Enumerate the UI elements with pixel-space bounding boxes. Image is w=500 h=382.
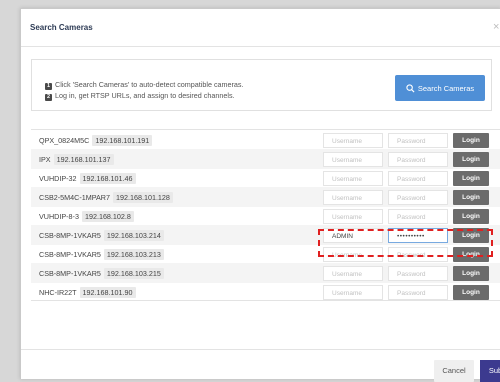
camera-ip: 192.168.101.90 xyxy=(79,287,136,298)
camera-name: CSB-8MP-1VKAR5 xyxy=(39,269,101,278)
password-input[interactable]: Password xyxy=(388,152,448,167)
password-input[interactable]: Password xyxy=(388,133,448,148)
password-input[interactable]: Password xyxy=(388,266,448,281)
username-input[interactable]: Username xyxy=(323,171,383,186)
dialog-header: Search Cameras × xyxy=(21,9,500,47)
camera-ip: 192.168.103.213 xyxy=(103,249,164,260)
submit-button[interactable]: Submit xyxy=(480,360,500,382)
camera-row: VUHDIP-32 192.168.101.46 Username Passwor… xyxy=(31,168,500,188)
login-button[interactable]: Login xyxy=(453,171,489,186)
close-icon[interactable]: × xyxy=(493,21,500,33)
login-button[interactable]: Login xyxy=(453,285,489,300)
camera-name: VUHDIP-32 xyxy=(39,174,77,183)
step-text-1: Click 'Search Cameras' to auto-detect co… xyxy=(55,80,244,89)
username-input[interactable]: Username xyxy=(323,285,383,300)
login-button[interactable]: Login xyxy=(453,266,489,281)
camera-ip: 192.168.101.46 xyxy=(79,173,136,184)
camera-row: VUHDIP-8-3 192.168.102.8 Username Passwor… xyxy=(31,206,500,226)
camera-name: NHC-IR22T xyxy=(39,288,77,297)
instruction-step-1: 1 Click 'Search Cameras' to auto-detect c… xyxy=(45,80,244,90)
camera-name: IPX xyxy=(39,155,51,164)
password-input[interactable]: Password xyxy=(388,209,448,224)
camera-ip: 192.168.103.214 xyxy=(103,230,164,241)
camera-row: CSB-8MP-1VKAR5 192.168.103.215 Username P… xyxy=(31,263,500,283)
camera-ip: 192.168.102.8 xyxy=(81,211,134,222)
camera-list: QPX_0824M5C 192.168.101.191 Username Pass… xyxy=(31,129,500,301)
login-button[interactable]: Login xyxy=(453,228,489,243)
camera-name: CSB-8MP-1VKAR5 xyxy=(39,231,101,240)
search-icon xyxy=(406,83,415,93)
camera-ip: 192.168.101.137 xyxy=(53,154,114,165)
camera-ip: 192.168.101.191 xyxy=(92,135,153,146)
login-button[interactable]: Login xyxy=(453,190,489,205)
password-input[interactable]: Password xyxy=(388,190,448,205)
login-button[interactable]: Login xyxy=(453,209,489,224)
step-number-2: 2 xyxy=(45,94,52,101)
search-cameras-label: Search Cameras xyxy=(417,83,475,93)
login-button[interactable]: Login xyxy=(453,152,489,167)
camera-name: QPX_0824M5C xyxy=(39,136,90,145)
username-input[interactable]: ADMIN xyxy=(323,228,383,243)
cancel-button[interactable]: Cancel xyxy=(434,360,474,382)
camera-row: NHC-IR22T 192.168.101.90 Username Passwor… xyxy=(31,282,500,300)
username-input[interactable]: Username xyxy=(323,266,383,281)
camera-name: CSB-8MP-1VKAR5 xyxy=(39,250,101,259)
camera-row: CSB-8MP-1VKAR5 192.168.103.213 Username P… xyxy=(31,244,500,264)
footer-divider xyxy=(21,349,500,350)
instruction-step-2: 2 Log in, get RTSP URLs, and assign to de… xyxy=(45,91,235,101)
password-input[interactable]: Password xyxy=(388,247,448,262)
login-button[interactable]: Login xyxy=(453,133,489,148)
dialog-title: Search Cameras xyxy=(30,23,93,32)
camera-ip: 192.168.101.128 xyxy=(112,192,173,203)
camera-ip: 192.168.103.215 xyxy=(103,268,164,279)
camera-row: IPX 192.168.101.137 Username Password Log… xyxy=(31,149,500,169)
password-input[interactable]: Password xyxy=(388,171,448,186)
password-input[interactable]: Password xyxy=(388,285,448,300)
password-input[interactable]: •••••••••• xyxy=(388,228,448,243)
camera-row: CSB2-5M4C-1MPAR7 192.168.101.128 Username… xyxy=(31,187,500,207)
search-cameras-dialog: Search Cameras × 1 Click 'Search Cameras'… xyxy=(20,8,500,382)
username-input[interactable]: Username xyxy=(323,133,383,148)
camera-row: CSB-8MP-1VKAR5 192.168.103.214 ADMIN ••••… xyxy=(31,225,500,245)
username-input[interactable]: Username xyxy=(323,247,383,262)
camera-name: CSB2-5M4C-1MPAR7 xyxy=(39,193,110,202)
login-button[interactable]: Login xyxy=(453,247,489,262)
camera-name: VUHDIP-8-3 xyxy=(39,212,79,221)
username-input[interactable]: Username xyxy=(323,190,383,205)
search-cameras-button[interactable]: Search Cameras xyxy=(395,75,485,101)
step-number-1: 1 xyxy=(45,83,52,90)
username-input[interactable]: Username xyxy=(323,152,383,167)
camera-row: QPX_0824M5C 192.168.101.191 Username Pass… xyxy=(31,130,500,150)
step-text-2: Log in, get RTSP URLs, and assign to des… xyxy=(55,91,235,100)
username-input[interactable]: Username xyxy=(323,209,383,224)
